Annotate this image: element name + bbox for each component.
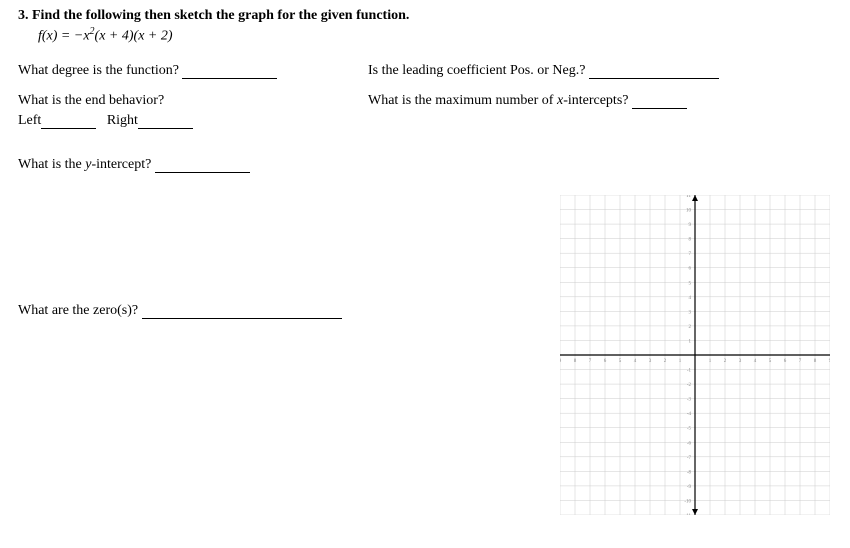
end-behavior-left-label: Left — [18, 113, 41, 128]
svg-text:8: 8 — [574, 359, 577, 364]
grid-svg: 987654321123456789-11-10-9-8-7-6-5-4-3-2… — [560, 195, 830, 515]
svg-text:-11: -11 — [685, 514, 692, 515]
leading-coef-prompt: Is the leading coefficient Pos. or Neg.? — [368, 63, 585, 78]
svg-text:3: 3 — [649, 359, 652, 364]
svg-text:2: 2 — [664, 359, 667, 364]
svg-text:7: 7 — [589, 359, 592, 364]
svg-text:-1: -1 — [687, 369, 692, 374]
svg-text:9: 9 — [560, 359, 562, 364]
coordinate-grid[interactable]: 987654321123456789-11-10-9-8-7-6-5-4-3-2… — [560, 195, 830, 520]
svg-text:4: 4 — [754, 359, 757, 364]
x-intercepts-blank[interactable] — [632, 95, 687, 109]
svg-text:4: 4 — [634, 359, 637, 364]
x-intercepts-prompt: What is the maximum number of x-intercep… — [368, 93, 628, 108]
degree-prompt: What degree is the function? — [18, 63, 179, 78]
svg-text:1: 1 — [679, 359, 682, 364]
svg-text:-5: -5 — [687, 427, 692, 432]
degree-blank[interactable] — [182, 65, 277, 79]
zeros-prompt: What are the zero(s)? — [18, 303, 138, 318]
svg-text:6: 6 — [689, 267, 692, 272]
problem-number: 3. — [18, 8, 29, 23]
equation-suffix: (x + 4)(x + 2) — [95, 29, 173, 44]
svg-text:-4: -4 — [687, 412, 692, 417]
problem-instruction: Find the following then sketch the graph… — [32, 8, 409, 23]
svg-text:6: 6 — [604, 359, 607, 364]
svg-text:5: 5 — [769, 359, 772, 364]
svg-text:1: 1 — [709, 359, 712, 364]
end-behavior-right-label: Right — [107, 113, 138, 128]
svg-text:-6: -6 — [687, 441, 692, 446]
svg-text:2: 2 — [724, 359, 727, 364]
leading-coef-blank[interactable] — [589, 65, 719, 79]
svg-text:-3: -3 — [687, 398, 692, 403]
svg-text:8: 8 — [814, 359, 817, 364]
end-behavior-prompt: What is the end behavior? — [18, 93, 164, 108]
svg-text:11: 11 — [686, 195, 691, 199]
svg-text:1: 1 — [689, 339, 692, 344]
svg-text:9: 9 — [829, 359, 830, 364]
svg-text:6: 6 — [784, 359, 787, 364]
svg-text:-2: -2 — [687, 383, 692, 388]
svg-text:3: 3 — [739, 359, 742, 364]
svg-text:-7: -7 — [687, 456, 692, 461]
function-equation: f(x) = −x2(x + 4)(x + 2) — [38, 26, 832, 45]
end-behavior-right-blank[interactable] — [138, 115, 193, 129]
svg-text:-9: -9 — [687, 485, 692, 490]
svg-text:4: 4 — [689, 296, 692, 301]
svg-text:-8: -8 — [687, 470, 692, 475]
svg-text:10: 10 — [686, 209, 692, 214]
y-intercept-blank[interactable] — [155, 159, 250, 173]
equation-prefix: f(x) = −x — [38, 29, 90, 44]
svg-text:7: 7 — [799, 359, 802, 364]
y-intercept-prompt: What is the y-intercept? — [18, 157, 151, 172]
zeros-blank[interactable] — [142, 305, 342, 319]
svg-text:-10: -10 — [684, 499, 691, 504]
svg-text:5: 5 — [619, 359, 622, 364]
end-behavior-left-blank[interactable] — [41, 115, 96, 129]
